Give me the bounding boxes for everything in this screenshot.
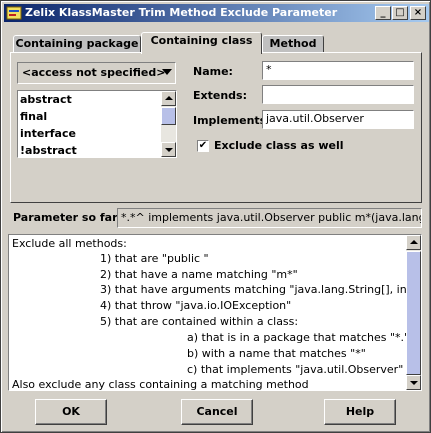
- description-line: c) that implements "java.util.Observer": [187, 363, 404, 376]
- list-item[interactable]: final: [18, 108, 176, 125]
- name-label: Name:: [193, 65, 233, 78]
- description-line: 5) that are contained within a class:: [100, 315, 299, 328]
- description-line: Exclude all methods:: [12, 237, 127, 250]
- app-icon: [6, 6, 22, 20]
- dialog-window: Zelix KlassMaster Trim Method Exclude Pa…: [0, 0, 431, 433]
- tab-panel-containing-class: <access not specified> abstract final in…: [10, 52, 422, 203]
- access-combo[interactable]: <access not specified>: [17, 62, 176, 84]
- extends-label: Extends:: [193, 89, 247, 102]
- parameter-so-far-label: Parameter so far:: [13, 211, 122, 224]
- list-item[interactable]: abstract: [18, 91, 176, 108]
- scroll-thumb[interactable]: [161, 107, 176, 125]
- modifier-list[interactable]: abstract final interface !abstract: [17, 90, 177, 158]
- scroll-thumb[interactable]: [406, 251, 421, 375]
- extends-field[interactable]: [262, 85, 414, 104]
- cancel-button[interactable]: Cancel: [181, 399, 253, 425]
- description-line: 4) that throw "java.io.IOException": [100, 299, 292, 312]
- tab-method[interactable]: Method: [262, 35, 324, 53]
- scroll-down-button[interactable]: [406, 375, 421, 390]
- minimize-button[interactable]: _: [375, 6, 391, 20]
- arrow-up-icon: [165, 96, 173, 100]
- description-area[interactable]: Exclude all methods: 1) that are "public…: [8, 234, 422, 391]
- scroll-down-button[interactable]: [161, 142, 176, 157]
- parameter-so-far-field[interactable]: *.*^ implements java.util.Observer publi…: [117, 208, 422, 228]
- help-button[interactable]: Help: [324, 399, 396, 425]
- implements-label: Implements:: [193, 114, 271, 127]
- title-bar[interactable]: Zelix KlassMaster Trim Method Exclude Pa…: [4, 4, 429, 22]
- scroll-up-button[interactable]: [161, 91, 176, 106]
- description-scrollbar[interactable]: [406, 235, 421, 390]
- implements-field[interactable]: java.util.Observer: [262, 110, 414, 129]
- tab-containing-package[interactable]: Containing package: [13, 35, 141, 53]
- arrow-down-icon: [410, 381, 418, 385]
- description-line: a) that is in a package that matches "*.…: [187, 331, 410, 344]
- window-title: Zelix KlassMaster Trim Method Exclude Pa…: [25, 6, 338, 19]
- list-item[interactable]: interface: [18, 125, 176, 142]
- description-line: 2) that have a name matching "m*": [100, 268, 298, 281]
- checkmark-icon[interactable]: ✔: [197, 140, 209, 152]
- description-line: b) with a name that matches "*": [187, 347, 366, 360]
- chevron-down-icon: [162, 69, 172, 75]
- ok-button[interactable]: OK: [35, 399, 107, 425]
- modifier-list-scrollbar[interactable]: [161, 91, 176, 157]
- maximize-button[interactable]: □: [392, 6, 408, 20]
- tab-containing-class[interactable]: Containing class: [141, 32, 262, 54]
- name-field[interactable]: *: [262, 61, 414, 80]
- close-button[interactable]: ×: [410, 6, 426, 20]
- exclude-class-label: Exclude class as well: [214, 139, 344, 152]
- list-item[interactable]: !abstract: [18, 142, 176, 157]
- arrow-down-icon: [165, 148, 173, 152]
- access-combo-value: <access not specified>: [22, 66, 166, 79]
- arrow-up-icon: [410, 240, 418, 244]
- scroll-up-button[interactable]: [406, 235, 421, 250]
- description-line: 1) that are "public ": [100, 252, 209, 265]
- description-line: Also exclude any class containing a matc…: [12, 378, 309, 391]
- description-line: 3) that have arguments matching "java.la…: [100, 283, 417, 296]
